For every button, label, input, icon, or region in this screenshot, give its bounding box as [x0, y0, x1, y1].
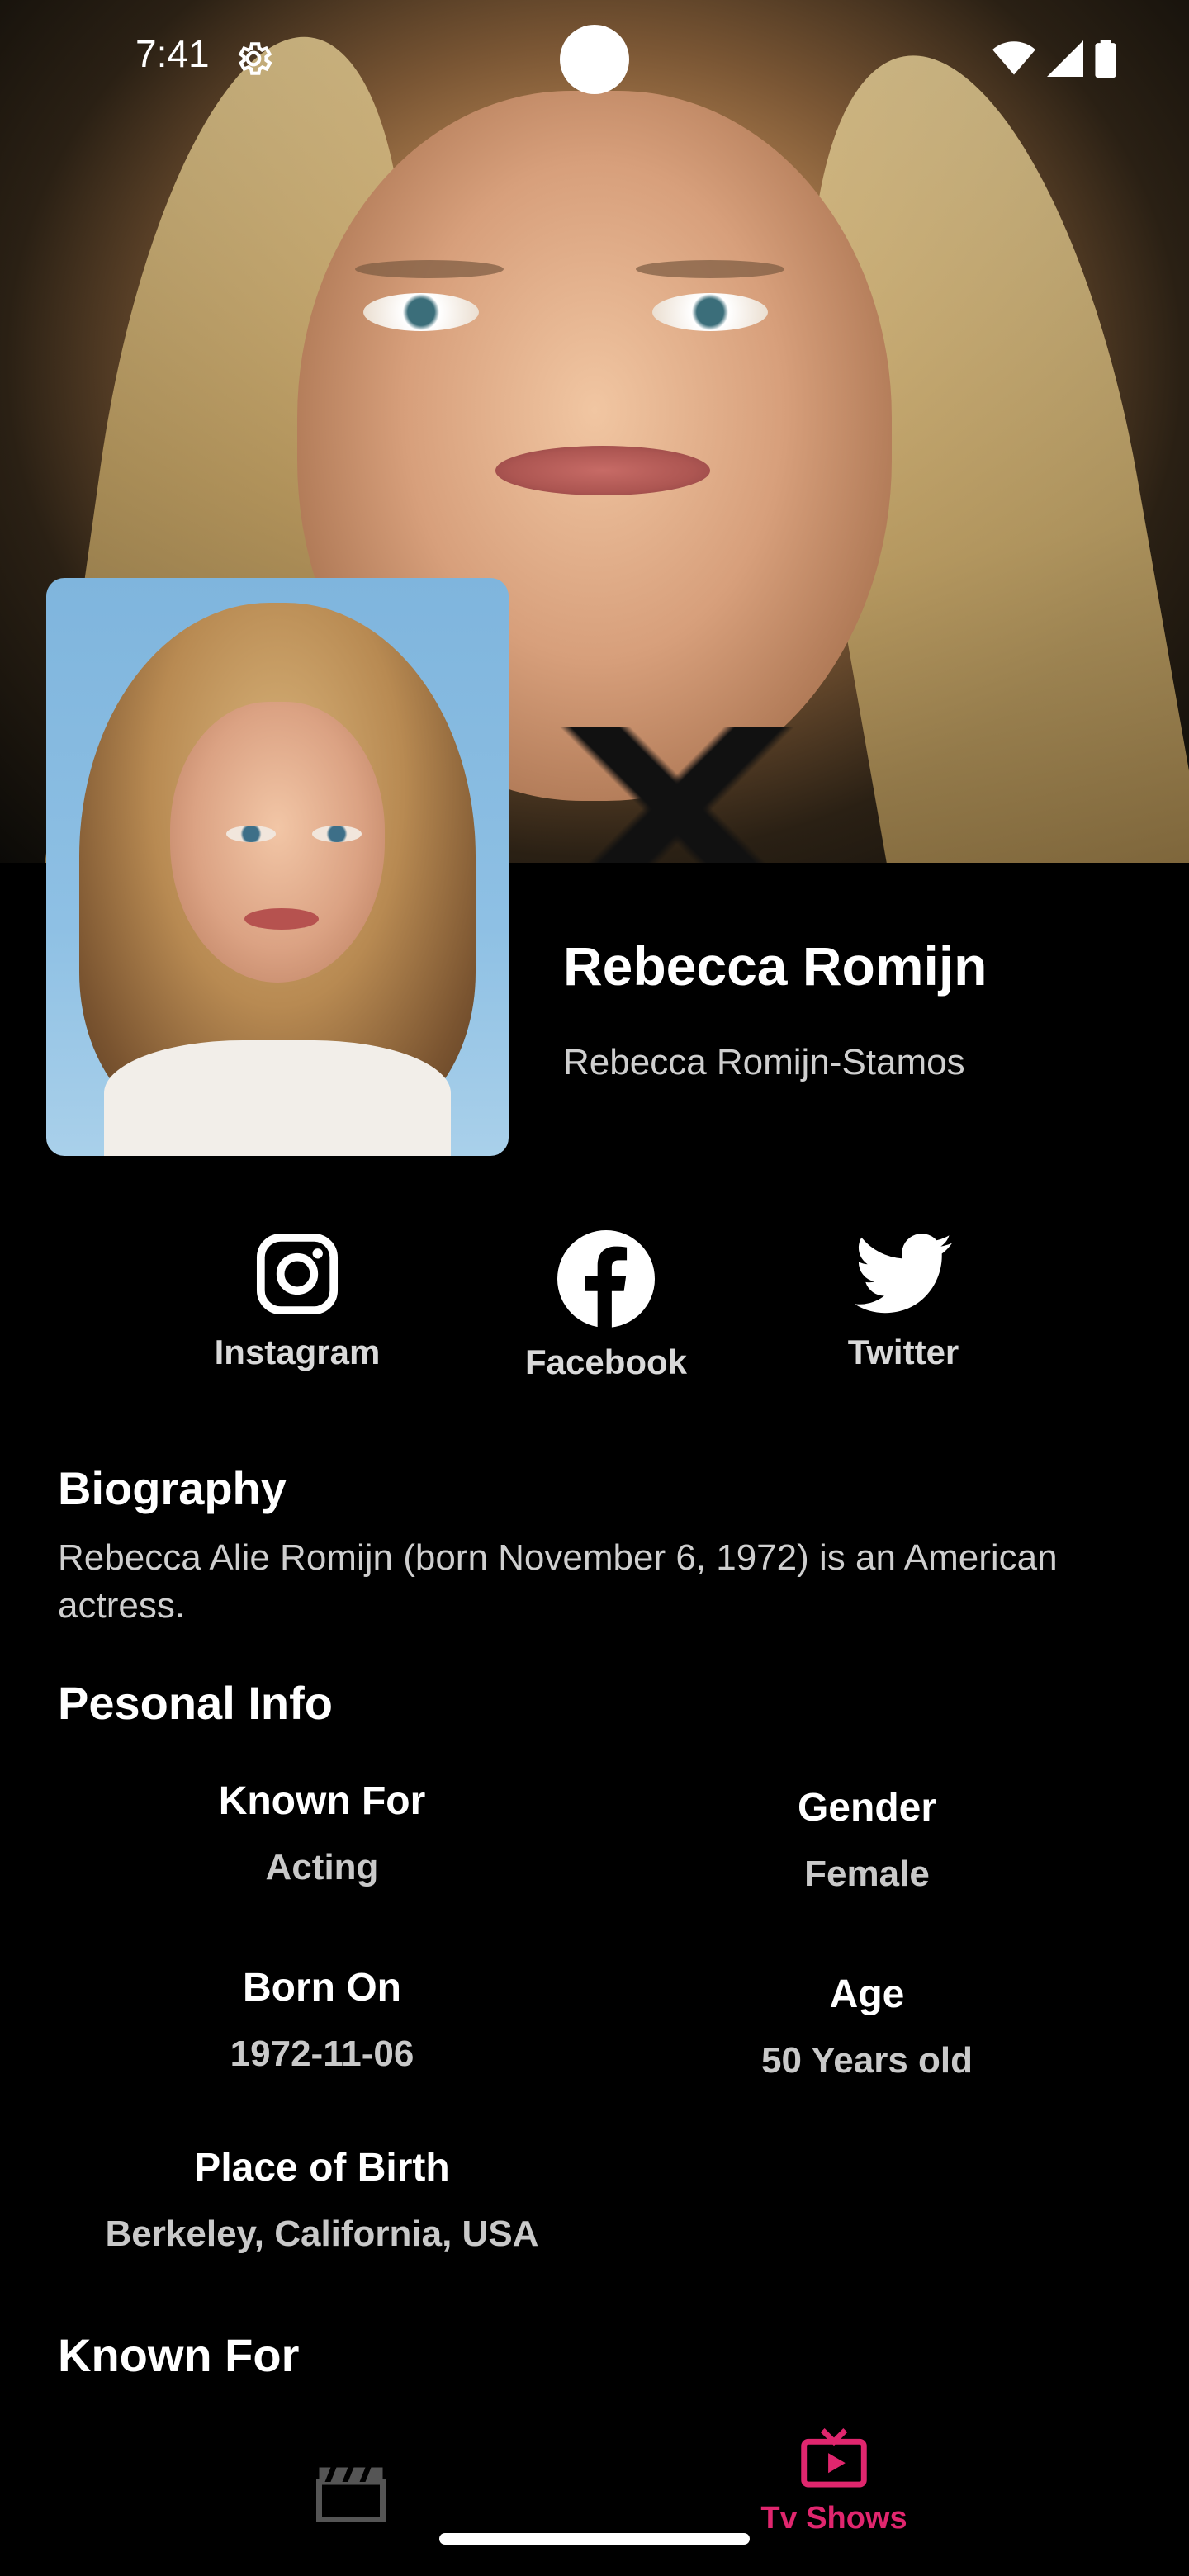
- settings-gear-icon: [238, 42, 272, 75]
- info-born-on: Born On 1972-11-06: [91, 1965, 553, 2075]
- tab-tv-shows-label: Tv Shows: [760, 2501, 907, 2536]
- twitter-icon: [855, 1234, 952, 1314]
- profile-photo: [46, 578, 509, 1156]
- clapperboard-icon[interactable]: [314, 2465, 388, 2522]
- camera-cutout: [560, 25, 629, 94]
- biography-title: Biography: [58, 1462, 287, 1514]
- info-place-of-birth-value: Berkeley, California, USA: [105, 2214, 539, 2254]
- facebook-icon: [557, 1230, 655, 1328]
- battery-icon: [1095, 40, 1116, 78]
- info-gender-value: Female: [804, 1854, 930, 1894]
- info-born-on-label: Born On: [243, 1966, 401, 2010]
- instagram-link[interactable]: Instagram: [190, 1230, 405, 1372]
- status-time: 7:41: [135, 32, 210, 75]
- info-born-on-value: 1972-11-06: [230, 2034, 414, 2074]
- bottom-navigation: Tv Shows: [0, 2419, 1189, 2576]
- info-place-of-birth: Place of Birth Berkeley, California, USA: [58, 2145, 586, 2255]
- info-gender-label: Gender: [797, 1786, 937, 1830]
- info-place-of-birth-label: Place of Birth: [194, 2146, 450, 2190]
- person-also-known-as: Rebecca Romijn-Stamos: [563, 1042, 965, 1082]
- info-age: Age 50 Years old: [636, 1972, 1098, 2081]
- instagram-icon: [256, 1233, 339, 1315]
- biography-text: Rebecca Alie Romijn (born November 6, 19…: [58, 1537, 1058, 1626]
- facebook-link[interactable]: Facebook: [499, 1230, 713, 1382]
- info-known-for-value: Acting: [265, 1847, 379, 1887]
- cellular-signal-icon: [1047, 40, 1083, 77]
- info-known-for-label: Known For: [218, 1779, 426, 1823]
- twitter-label: Twitter: [847, 1333, 959, 1371]
- info-known-for: Known For Acting: [91, 1778, 553, 1888]
- personal-info-title: Pesonal Info: [58, 1677, 333, 1729]
- instagram-label: Instagram: [214, 1333, 381, 1371]
- status-bar: 7:41: [0, 0, 1189, 116]
- info-gender: Gender Female: [636, 1785, 1098, 1895]
- wifi-icon: [992, 41, 1035, 75]
- facebook-label: Facebook: [524, 1342, 688, 1381]
- home-indicator[interactable]: [439, 2533, 750, 2545]
- info-age-label: Age: [829, 1972, 905, 2016]
- person-name: Rebecca Romijn: [563, 935, 988, 997]
- info-age-value: 50 Years old: [760, 2040, 973, 2081]
- twitter-link[interactable]: Twitter: [796, 1230, 1011, 1372]
- tab-tv-shows[interactable]: Tv Shows: [743, 2427, 925, 2536]
- known-for-title: Known For: [58, 2329, 300, 2381]
- tv-icon: [801, 2428, 867, 2488]
